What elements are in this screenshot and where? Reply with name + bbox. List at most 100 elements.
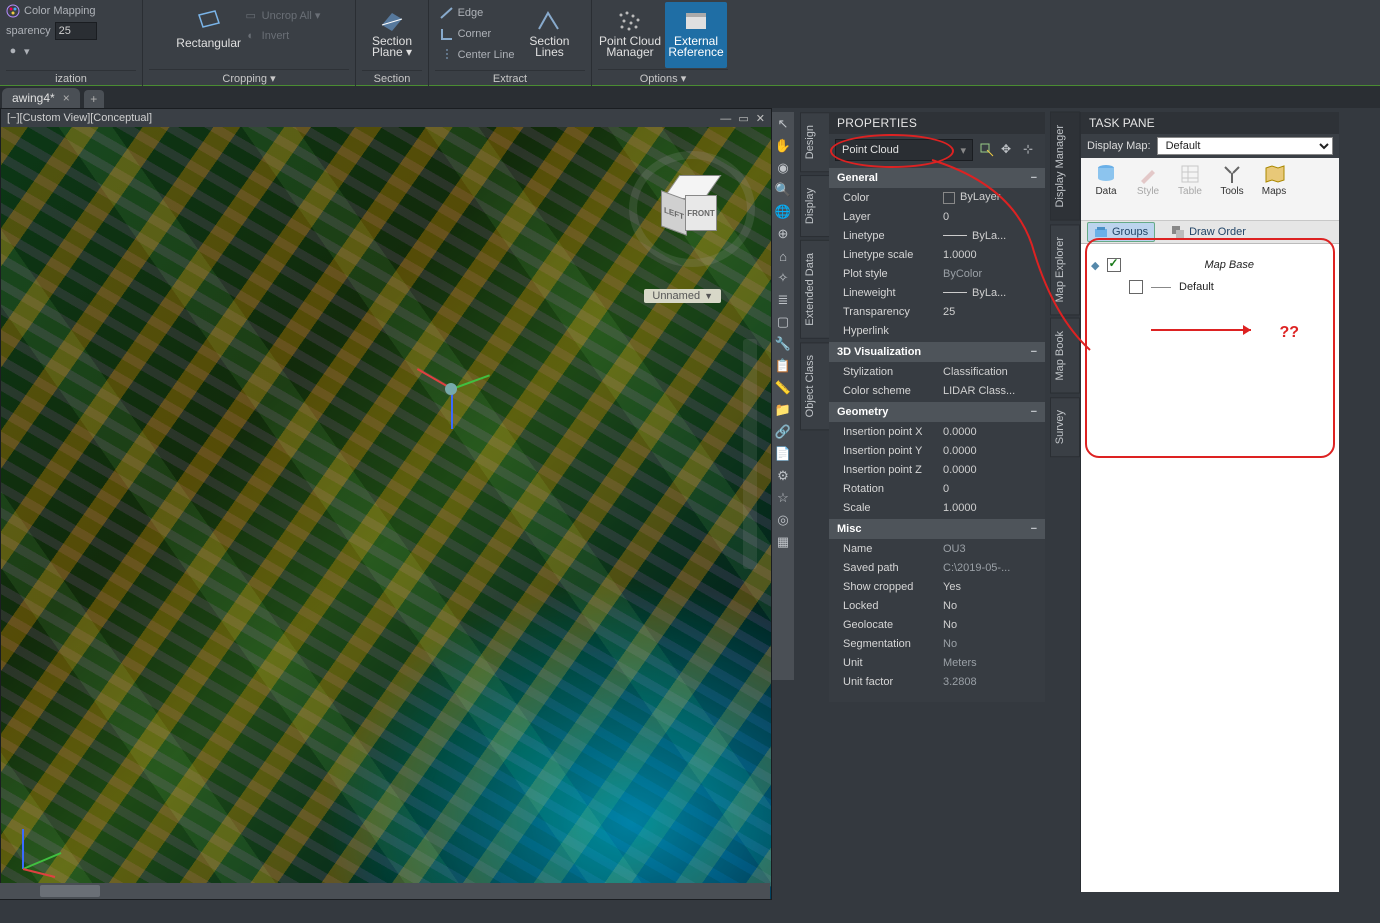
box-icon[interactable]: ▢ (775, 314, 791, 330)
prop-linetype-scale[interactable]: Linetype scale1.0000 (829, 245, 1045, 264)
color-mapping-button[interactable]: Color Mapping (6, 2, 96, 20)
maximize-icon[interactable]: ▭ (738, 113, 748, 125)
side-tab-survey[interactable]: Survey (1050, 397, 1080, 457)
side-tab-design[interactable]: Design (800, 112, 830, 172)
prop-rotation[interactable]: Rotation0 (829, 479, 1045, 498)
pan-icon[interactable]: ✋ (775, 138, 791, 154)
home-icon[interactable]: ⌂ (775, 248, 791, 264)
gizmo[interactable] (421, 339, 501, 429)
layer-default[interactable]: Default (1091, 276, 1329, 298)
default-checkbox[interactable] (1129, 280, 1143, 294)
layer-group-map-base[interactable]: ◆ Map Base (1091, 254, 1329, 276)
group-cropping-label[interactable]: Cropping ▾ (149, 69, 349, 86)
viewport[interactable]: [−][Custom View][Conceptual] — ▭ ✕ LEFT … (0, 108, 772, 900)
orbit-icon[interactable]: ◉ (775, 160, 791, 176)
calc-icon[interactable]: ▦ (775, 534, 791, 550)
prop-insertion-point-x[interactable]: Insertion point X0.0000 (829, 422, 1045, 441)
viewcube[interactable]: LEFT FRONT (651, 169, 721, 239)
tool-data[interactable]: Data (1089, 162, 1123, 197)
clipboard-icon[interactable]: 📋 (775, 358, 791, 374)
globe-icon[interactable]: 🌐 (775, 204, 791, 220)
star-icon[interactable]: ☆ (775, 490, 791, 506)
close-viewport-icon[interactable]: ✕ (756, 113, 765, 125)
horizontal-scrollbar[interactable] (0, 883, 770, 899)
close-tab-icon[interactable]: × (63, 91, 70, 105)
doc-icon[interactable]: 📄 (775, 446, 791, 462)
minimize-icon[interactable]: — (720, 113, 731, 125)
pick-icon[interactable]: ⊹ (1023, 142, 1039, 158)
prop-lineweight[interactable]: LineweightByLa... (829, 283, 1045, 302)
prop-insertion-point-z[interactable]: Insertion point Z0.0000 (829, 460, 1045, 479)
prop-transparency[interactable]: Transparency25 (829, 302, 1045, 321)
folder-icon[interactable]: 📁 (775, 402, 791, 418)
side-tab-object-class[interactable]: Object Class (800, 342, 830, 430)
side-tab-map-explorer[interactable]: Map Explorer (1050, 224, 1080, 315)
viewcube-label[interactable]: Unnamed▼ (644, 289, 721, 303)
display-map-dropdown[interactable]: Default (1157, 137, 1333, 155)
prop-geolocate[interactable]: GeolocateNo (829, 615, 1045, 634)
prop-stylization[interactable]: StylizationClassification (829, 362, 1045, 381)
transparency-spin[interactable]: 25 (55, 22, 97, 40)
group-options-label[interactable]: Options ▾ (598, 69, 728, 86)
prop-color[interactable]: ColorByLayer (829, 188, 1045, 207)
external-reference-button[interactable]: External Reference (665, 2, 727, 68)
section-plane-button[interactable]: Section Plane ▾ (361, 2, 423, 68)
prop-name[interactable]: NameOU3 (829, 539, 1045, 558)
steering-wheel-icon[interactable]: ⊕ (775, 226, 791, 242)
prop-segmentation[interactable]: SegmentationNo (829, 634, 1045, 653)
gear-icon[interactable]: ⚙ (775, 468, 791, 484)
navbar-slider[interactable] (743, 339, 757, 569)
cursor-icon[interactable]: ↖ (775, 116, 791, 132)
groups-tab[interactable]: Groups (1087, 222, 1155, 242)
section-lines-button[interactable]: Section Lines (518, 2, 580, 68)
center-line-button[interactable]: Center Line (440, 46, 515, 64)
prop-unit[interactable]: UnitMeters (829, 653, 1045, 672)
category-vis3d[interactable]: 3D Visualization− (829, 342, 1045, 362)
prop-layer[interactable]: Layer0 (829, 207, 1045, 226)
prop-show-cropped[interactable]: Show croppedYes (829, 577, 1045, 596)
map-base-checkbox[interactable] (1107, 258, 1121, 272)
zoom-icon[interactable]: 🔍 (775, 182, 791, 198)
prop-plot-style[interactable]: Plot styleByColor (829, 264, 1045, 283)
prop-linetype[interactable]: LinetypeByLa... (829, 226, 1045, 245)
shape-dropdown[interactable]: ●▾ (6, 42, 30, 60)
prop-saved-path[interactable]: Saved pathC:\2019-05-... (829, 558, 1045, 577)
ruler-icon[interactable]: 📏 (775, 380, 791, 396)
object-type-dropdown[interactable]: Point Cloud ▾ (835, 139, 973, 161)
tool-tools[interactable]: Tools (1215, 162, 1249, 197)
document-tab[interactable]: awing4* × (2, 88, 80, 108)
side-tab-extended-data[interactable]: Extended Data (800, 240, 830, 339)
prop-hyperlink[interactable]: Hyperlink (829, 321, 1045, 340)
rectangular-crop-button[interactable]: Rectangular (178, 2, 240, 68)
quick-select-icon[interactable] (979, 142, 995, 158)
prop-scale[interactable]: Scale1.0000 (829, 498, 1045, 517)
side-tab-display[interactable]: Display (800, 175, 830, 237)
add-tab-button[interactable]: + (84, 90, 104, 108)
point-cloud-manager-button[interactable]: Point Cloud Manager (599, 2, 661, 68)
edge-button[interactable]: Edge (440, 4, 515, 22)
category-misc[interactable]: Misc− (829, 519, 1045, 539)
target-icon[interactable]: ◎ (775, 512, 791, 528)
wrench-icon[interactable]: 🔧 (775, 336, 791, 352)
prop-color-scheme[interactable]: Color schemeLIDAR Class... (829, 381, 1045, 400)
group-visualization-label: ization (6, 70, 136, 86)
draw-order-tab[interactable]: Draw Order (1165, 223, 1252, 241)
brush-icon (1136, 162, 1160, 186)
prop-insertion-point-y[interactable]: Insertion point Y0.0000 (829, 441, 1045, 460)
invert-icon: ◐ (244, 29, 258, 43)
pick-add-icon[interactable]: ✥ (1001, 142, 1017, 158)
ucs-triad[interactable] (13, 819, 73, 879)
corner-button[interactable]: Corner (440, 25, 515, 43)
link-icon[interactable]: 🔗 (775, 424, 791, 440)
side-tab-display-manager[interactable]: Display Manager (1050, 112, 1080, 221)
prop-unit-factor[interactable]: Unit factor3.2808 (829, 672, 1045, 691)
viewport-caption[interactable]: [−][Custom View][Conceptual] (7, 112, 152, 124)
compass-icon[interactable]: ✧ (775, 270, 791, 286)
layers-icon[interactable]: ≣ (775, 292, 791, 308)
side-tab-map-book[interactable]: Map Book (1050, 318, 1080, 394)
category-general[interactable]: General− (829, 168, 1045, 188)
tool-maps[interactable]: Maps (1257, 162, 1291, 197)
prop-locked[interactable]: LockedNo (829, 596, 1045, 615)
corner-icon (440, 27, 454, 41)
category-geometry[interactable]: Geometry− (829, 402, 1045, 422)
